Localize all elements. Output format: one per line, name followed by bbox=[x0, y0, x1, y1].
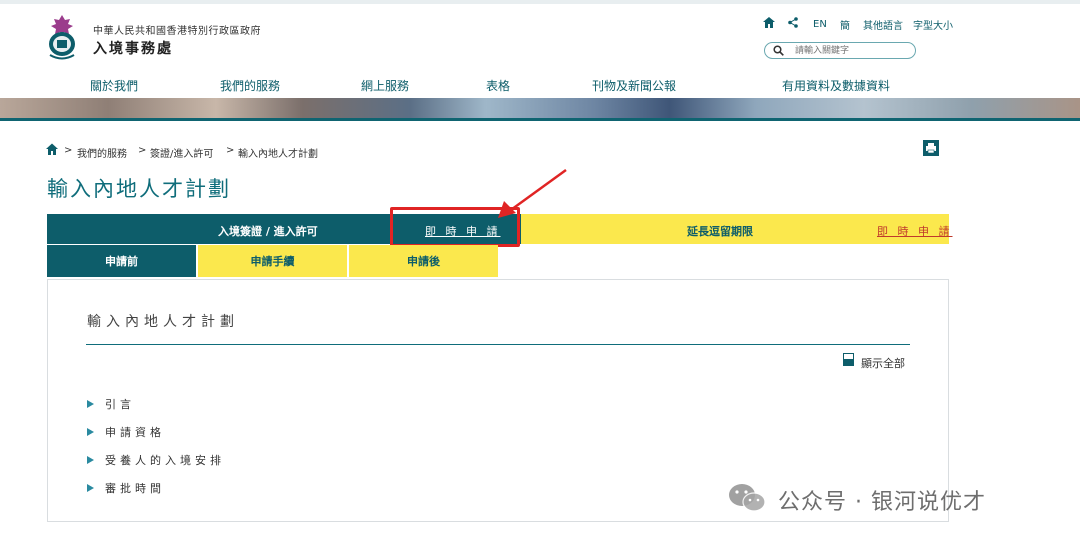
wechat-watermark-icon bbox=[729, 484, 766, 512]
show-all-toggle[interactable]: 顯示全部 bbox=[861, 355, 905, 371]
subtab-before-application[interactable]: 申請前 bbox=[47, 245, 196, 277]
share-icon[interactable] bbox=[788, 17, 798, 28]
immd-logo-icon[interactable] bbox=[46, 14, 78, 60]
font-size-link[interactable]: 字型大小 bbox=[913, 16, 953, 32]
tab-extension-label[interactable]: 延長逗留期限 bbox=[687, 223, 753, 239]
nav-online-services[interactable]: 網上服務 bbox=[361, 77, 409, 94]
accordion-item-label: 引言 bbox=[105, 398, 135, 411]
accordion-item-processing-time[interactable]: 審批時間 bbox=[87, 480, 165, 496]
section-title: 輸入內地人才計劃 bbox=[87, 314, 239, 330]
nav-useful-info-statistics[interactable]: 有用資料及數據資料 bbox=[782, 77, 890, 94]
breadcrumb-visa-entry-permit[interactable]: 簽證/進入許可 bbox=[150, 145, 213, 160]
lang-en-link[interactable]: EN bbox=[813, 16, 827, 32]
expand-arrow-icon bbox=[87, 456, 94, 464]
nav-publications-press[interactable]: 刊物及新聞公報 bbox=[592, 77, 676, 94]
accordion-item-label: 受養人的入境安排 bbox=[105, 454, 225, 467]
accordion-item-dependants[interactable]: 受養人的入境安排 bbox=[87, 452, 225, 468]
expand-arrow-icon bbox=[87, 400, 94, 408]
page-title: 輸入內地人才計劃 bbox=[47, 177, 231, 201]
expand-arrow-icon bbox=[87, 428, 94, 436]
breadcrumb-separator: > bbox=[138, 145, 147, 156]
annotation-arrow-icon bbox=[498, 168, 567, 218]
home-icon[interactable] bbox=[763, 17, 775, 28]
banner-divider bbox=[0, 118, 1080, 121]
other-languages-link[interactable]: 其他語言 bbox=[863, 16, 903, 32]
accordion-item-eligibility[interactable]: 申請資格 bbox=[87, 424, 165, 440]
accordion-item-label: 審批時間 bbox=[105, 482, 165, 495]
search-icon[interactable] bbox=[773, 45, 784, 56]
breadcrumb-our-services[interactable]: 我們的服務 bbox=[77, 145, 127, 160]
search-box[interactable] bbox=[764, 42, 916, 59]
top-border bbox=[0, 0, 1080, 4]
search-input[interactable] bbox=[795, 44, 907, 57]
breadcrumb-separator: > bbox=[64, 145, 73, 156]
nav-about-us[interactable]: 關於我們 bbox=[90, 77, 138, 94]
accordion-item-introduction[interactable]: 引言 bbox=[87, 396, 135, 412]
tab-entry-visa-label[interactable]: 入境簽證 / 進入許可 bbox=[218, 223, 318, 239]
subtab-after-application[interactable]: 申請後 bbox=[349, 245, 498, 277]
banner-image bbox=[0, 98, 1080, 118]
lang-simplified-link[interactable]: 簡 bbox=[840, 16, 850, 32]
section-divider bbox=[86, 344, 910, 345]
watermark-text: 公众号 · 银河说优才 bbox=[778, 490, 986, 515]
expand-all-icon[interactable] bbox=[843, 353, 854, 366]
nav-forms[interactable]: 表格 bbox=[486, 77, 510, 94]
accordion-item-label: 申請資格 bbox=[105, 426, 165, 439]
breadcrumb-home-icon[interactable] bbox=[46, 143, 58, 155]
breadcrumb-separator: > bbox=[226, 145, 235, 156]
department-name[interactable]: 入境事務處 bbox=[93, 38, 173, 58]
nav-our-services[interactable]: 我們的服務 bbox=[220, 77, 280, 94]
print-icon[interactable] bbox=[923, 140, 939, 156]
breadcrumb-current-page: 輸入內地人才計劃 bbox=[238, 149, 318, 160]
apply-now-link-extension[interactable]: 即 時 申 請 bbox=[877, 223, 953, 239]
government-name: 中華人民共和國香港特別行政區政府 bbox=[93, 26, 261, 37]
subtab-application-procedure[interactable]: 申請手續 bbox=[198, 245, 347, 277]
expand-arrow-icon bbox=[87, 484, 94, 492]
